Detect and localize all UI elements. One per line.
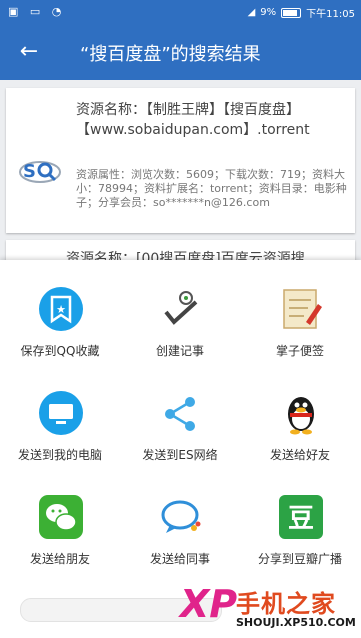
share-item-qq-friend[interactable]: 发送给好友 xyxy=(240,384,360,484)
share-item-label: 创建记事 xyxy=(155,344,204,358)
watermark-brand: 手机之家 xyxy=(236,590,336,618)
results-list: S 资源名称：【制胜王牌】【搜百度盘】【www.sobaidupan.com】.… xyxy=(0,80,361,280)
share-item-label: 分享到豆瓣广播 xyxy=(257,552,342,566)
app-bar: ← “搜百度盘”的搜索结果 xyxy=(0,24,361,80)
notification-icons: ▣ ▭ ◔ xyxy=(8,5,66,18)
wechat-icon xyxy=(39,495,83,539)
qq-penguin-icon xyxy=(288,397,314,435)
share-item-label: 保存到QQ收藏 xyxy=(20,344,100,358)
es-share-icon xyxy=(165,397,195,431)
share-item-create-note[interactable]: 创建记事 xyxy=(120,280,240,380)
share-item-douban[interactable]: 豆 分享到豆瓣广播 xyxy=(240,488,360,588)
watermark-logo: XP xyxy=(180,582,238,626)
sobaidu-logo-icon: S xyxy=(19,161,61,183)
share-item-colleague[interactable]: 发送给同事 xyxy=(120,488,240,588)
svg-text:S: S xyxy=(23,161,36,182)
my-computer-icon xyxy=(39,391,83,435)
share-item-label: 发送给朋友 xyxy=(29,552,90,566)
battery-icon xyxy=(281,7,302,18)
clock: 下午11:05 xyxy=(306,9,355,20)
share-item-label: 发送给好友 xyxy=(269,448,330,462)
qq-favorite-icon: ★ xyxy=(39,287,83,331)
note-icon xyxy=(164,291,198,325)
share-item-label: 发送给同事 xyxy=(149,552,210,566)
resource-name: 资源名称：【制胜王牌】【搜百度盘】【www.sobaidupan.com】.to… xyxy=(76,102,310,138)
status-right: ◢ 9% 下午11:05 xyxy=(248,5,355,20)
share-item-qq-favorite[interactable]: ★ 保存到QQ收藏 xyxy=(0,280,120,380)
share-item-wechat-friend[interactable]: 发送给朋友 xyxy=(0,488,120,588)
battery-percent: 9% xyxy=(260,7,277,18)
svg-text:★: ★ xyxy=(56,303,66,316)
share-item-label: 掌子便签 xyxy=(275,344,324,358)
resource-meta: 资源属性：浏览次数：5609；下载次数：719；资料大小：78994；资料扩展名… xyxy=(76,168,347,209)
share-item-es-network[interactable]: 发送到ES网络 xyxy=(120,384,240,484)
share-item-my-computer[interactable]: 发送到我的电脑 xyxy=(0,384,120,484)
svg-text:豆: 豆 xyxy=(288,504,314,534)
share-item-memo[interactable]: 掌子便签 xyxy=(240,280,360,380)
share-item-label: 发送到我的电脑 xyxy=(17,448,102,462)
back-arrow-icon[interactable]: ← xyxy=(14,37,44,67)
douban-icon: 豆 xyxy=(279,495,323,539)
result-card[interactable]: S 资源名称：【制胜王牌】【搜百度盘】【www.sobaidupan.com】.… xyxy=(6,88,355,233)
status-bar: ▣ ▭ ◔ ◢ 9% 下午11:05 xyxy=(0,0,361,24)
memo-icon xyxy=(283,289,322,329)
share-item-label: 发送到ES网络 xyxy=(142,448,218,462)
signal-icon: ◢ xyxy=(247,7,256,18)
watermark-url: SHOUJI.XP510.COM xyxy=(236,616,356,629)
work-chat-icon xyxy=(161,500,201,533)
watermark: XP 手机之家 SHOUJI.XP510.COM xyxy=(180,578,361,638)
page-title: “搜百度盘”的搜索结果 xyxy=(80,44,261,65)
